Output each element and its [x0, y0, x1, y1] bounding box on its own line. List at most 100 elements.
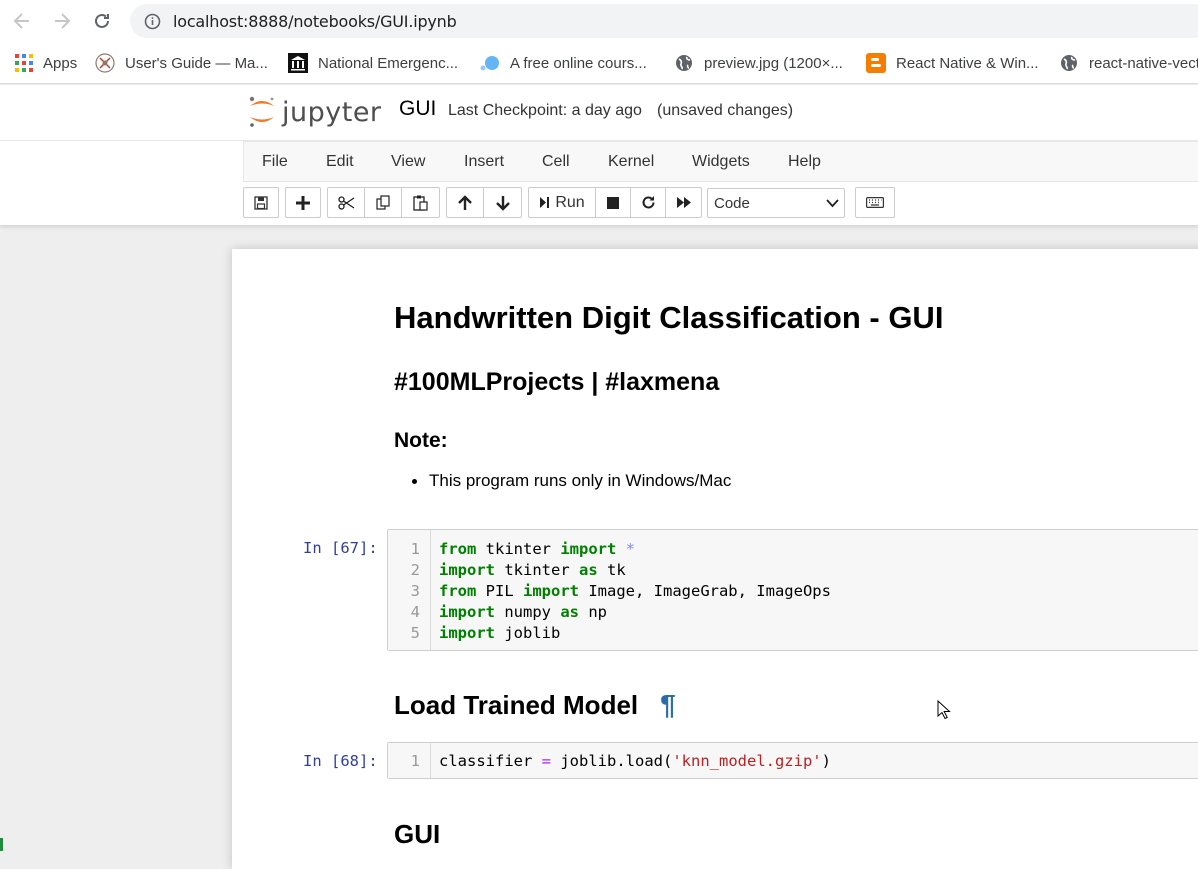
reload-button[interactable]: [90, 9, 114, 33]
compass-icon: [95, 53, 115, 73]
section-heading-text: Load Trained Model: [394, 690, 639, 720]
run-group: Run: [528, 187, 702, 218]
menu-edit[interactable]: Edit: [326, 153, 354, 171]
plus-icon: [296, 195, 310, 210]
line-number: 2: [410, 561, 420, 579]
command-palette-group: [855, 187, 895, 218]
restart-run-all-button[interactable]: [666, 188, 701, 217]
back-button[interactable]: [10, 9, 34, 33]
anchor-link[interactable]: ¶: [660, 689, 676, 721]
section-heading-gui: GUI: [394, 819, 441, 849]
menu-view[interactable]: View: [391, 153, 425, 171]
bookmark-national-emergency[interactable]: National Emergenc...: [288, 52, 458, 74]
command-palette-button[interactable]: [856, 188, 894, 217]
section-heading: Load Trained Model ¶: [394, 689, 676, 721]
move-group: [446, 187, 522, 218]
cell-prompt: In [67]:: [303, 539, 378, 557]
run-button[interactable]: Run: [529, 188, 596, 217]
cell-type-select[interactable]: Code: [707, 188, 845, 218]
bullet-dot: [412, 478, 417, 484]
move-up-button[interactable]: [447, 188, 484, 217]
menu-bar: File Edit View Insert Cell Kernel Widget…: [243, 141, 1198, 182]
insert-group: [285, 187, 321, 218]
code-line: import tkinter as tk: [439, 561, 626, 579]
code-line-2: classifier = joblib.load('knn_model.gzip…: [439, 752, 831, 770]
code-cell[interactable]: 1 classifier = joblib.load('knn_model.gz…: [387, 742, 1198, 779]
floppy-disk-icon: [254, 195, 268, 210]
line-number: 5: [410, 624, 420, 642]
notebook-name[interactable]: GUI: [399, 97, 436, 121]
menu-file[interactable]: File: [262, 153, 288, 171]
save-button[interactable]: [244, 188, 278, 217]
restart-button[interactable]: [631, 188, 666, 217]
notebook-subtitle: #100MLProjects | #laxmena: [394, 368, 720, 396]
forward-button[interactable]: [50, 9, 74, 33]
menu-cell[interactable]: Cell: [542, 153, 570, 171]
checkpoint-status: Last Checkpoint: a day ago: [448, 102, 642, 119]
autosave-status: (unsaved changes): [657, 102, 794, 119]
interrupt-button[interactable]: [596, 188, 631, 217]
code-cell[interactable]: 1 2 3 4 5 from tkinter import * import t…: [387, 529, 1198, 651]
notebook-title: Handwritten Digit Classification - GUI: [394, 300, 944, 335]
bookmark-label: National Emergenc...: [318, 54, 459, 72]
blogger-icon: [866, 53, 886, 73]
menu-help[interactable]: Help: [788, 153, 821, 171]
line-number: 1: [410, 752, 420, 770]
insert-cell-button[interactable]: [286, 188, 320, 217]
step-forward-icon: [540, 197, 550, 208]
bookmark-label: User's Guide — Ma...: [125, 54, 268, 72]
menu-widgets[interactable]: Widgets: [692, 153, 750, 171]
bookmark-label: A free online cours...: [510, 54, 647, 72]
bookmark-preview-jpg[interactable]: preview.jpg (1200×...: [674, 52, 843, 74]
bookmark-apps[interactable]: Apps: [14, 52, 77, 74]
paste-button[interactable]: [402, 188, 439, 217]
bookmark-label: preview.jpg (1200×...: [704, 54, 843, 72]
jupyter-header: jupyter GUI Last Checkpoint: a day ago (…: [0, 85, 1198, 225]
chevron-down-icon: [826, 199, 839, 208]
code-line: from tkinter import *: [439, 540, 636, 558]
edge-indicator: [0, 838, 3, 851]
mouse-cursor-icon: [937, 700, 951, 720]
copy-button[interactable]: [365, 188, 402, 217]
code-line: from PIL import Image, ImageGrab, ImageO…: [439, 582, 831, 600]
apps-grid-icon: [14, 53, 34, 73]
arrow-up-icon: [458, 194, 472, 210]
run-label: Run: [555, 193, 585, 211]
clipboard-group: [327, 187, 440, 218]
code-line: import joblib: [439, 624, 561, 642]
bookmark-react-native-vect[interactable]: react-native-vect: [1059, 52, 1198, 74]
line-number: 3: [410, 582, 420, 600]
note-heading: Note:: [394, 429, 448, 452]
bookmark-free-course[interactable]: A free online cours...: [480, 52, 647, 74]
clipboard-icon: [413, 195, 428, 211]
jupyter-logo[interactable]: jupyter: [248, 95, 382, 129]
bookmark-label: react-native-vect: [1089, 54, 1198, 72]
globe-icon: [674, 53, 694, 73]
arrow-down-icon: [495, 195, 510, 211]
arrow-left-icon: [13, 13, 29, 29]
arrow-right-icon: [55, 13, 71, 29]
cell-type-value: Code: [714, 195, 750, 212]
browser-toolbar: localhost:8888/notebooks/GUI.ipynb: [0, 0, 1198, 42]
address-bar[interactable]: localhost:8888/notebooks/GUI.ipynb: [130, 4, 1198, 38]
copy-icon: [375, 195, 390, 210]
notebook-container: Handwritten Digit Classification - GUI #…: [232, 249, 1198, 869]
cell-prompt: In [68]:: [303, 752, 378, 770]
url-text: localhost:8888/notebooks/GUI.ipynb: [173, 12, 457, 31]
refresh-icon: [642, 196, 654, 209]
bookmark-react-native[interactable]: React Native & Win...: [866, 52, 1039, 74]
globe-icon: [1059, 53, 1079, 73]
move-down-button[interactable]: [484, 188, 521, 217]
cut-button[interactable]: [328, 188, 365, 217]
fast-forward-icon: [676, 197, 691, 208]
menu-insert[interactable]: Insert: [464, 153, 504, 171]
reload-icon: [95, 13, 109, 28]
bookmark-label: Apps: [43, 54, 78, 72]
blue-dots-icon: [480, 53, 500, 73]
jupyter-orbit-icon: [249, 96, 274, 127]
building-icon: [288, 53, 308, 73]
line-number: 4: [410, 603, 420, 621]
menu-kernel[interactable]: Kernel: [608, 153, 654, 171]
bookmark-users-guide[interactable]: User's Guide — Ma...: [95, 52, 268, 74]
save-group: [243, 187, 279, 218]
